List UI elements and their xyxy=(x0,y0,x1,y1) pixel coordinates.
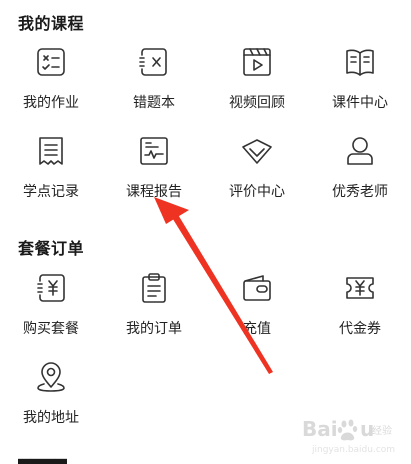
svg-text:Bai: Bai xyxy=(302,417,338,441)
grid-item-recharge[interactable]: 充值 xyxy=(207,272,307,342)
homework-icon xyxy=(35,46,67,78)
grid-item-label: 视频回顾 xyxy=(229,95,285,111)
video-review-icon xyxy=(241,46,273,78)
grid-item-buy-package[interactable]: 购买套餐 xyxy=(1,272,101,342)
order-clipboard-icon xyxy=(138,272,170,304)
grid-item-study-record[interactable]: 学点记录 xyxy=(1,135,101,205)
teacher-icon xyxy=(344,135,376,167)
grid-item-label: 我的作业 xyxy=(23,95,79,111)
grid-item-wrong-questions[interactable]: 错题本 xyxy=(104,46,204,116)
section-title-courses: 我的课程 xyxy=(18,14,85,33)
grid-item-label: 代金券 xyxy=(339,321,381,337)
grid-item-label: 课程报告 xyxy=(126,184,182,200)
grid-item-homework[interactable]: 我的作业 xyxy=(1,46,101,116)
grid-item-label: 优秀老师 xyxy=(332,184,388,200)
grid-item-label: 我的地址 xyxy=(23,410,79,426)
grid-item-label: 学点记录 xyxy=(23,184,79,200)
location-pin-icon xyxy=(35,361,67,393)
course-report-icon xyxy=(138,135,170,167)
grid-item-label: 充值 xyxy=(243,321,271,337)
baidu-watermark-logo: Bai u 经验 jingyan.baidu.com xyxy=(302,417,395,455)
grid-item-teacher[interactable]: 优秀老师 xyxy=(310,135,410,205)
grid-item-courseware[interactable]: 课件中心 xyxy=(310,46,410,116)
grid-item-address[interactable]: 我的地址 xyxy=(1,361,101,431)
grid-item-my-orders[interactable]: 我的订单 xyxy=(104,272,204,342)
grid-item-voucher[interactable]: 代金券 xyxy=(310,272,410,342)
grid-item-evaluation[interactable]: 评价中心 xyxy=(207,135,307,205)
grid-item-label: 我的订单 xyxy=(126,321,182,337)
svg-text:经验: 经验 xyxy=(372,424,392,437)
section-title-partial: ▆▆▆▆ xyxy=(18,456,67,464)
grid-item-course-report[interactable]: 课程报告 xyxy=(104,135,204,205)
buy-package-icon xyxy=(35,272,67,304)
section-title-orders: 套餐订单 xyxy=(18,239,85,258)
grid-item-video-review[interactable]: 视频回顾 xyxy=(207,46,307,116)
grid-item-label: 评价中心 xyxy=(229,184,285,200)
grid-item-label: 购买套餐 xyxy=(23,321,79,337)
courseware-icon xyxy=(344,46,376,78)
voucher-icon xyxy=(344,272,376,304)
grid-item-label: 错题本 xyxy=(133,95,175,111)
svg-text:jingyan.baidu.com: jingyan.baidu.com xyxy=(311,445,395,455)
wallet-icon xyxy=(241,272,273,304)
evaluation-icon xyxy=(241,135,273,167)
study-record-icon xyxy=(35,135,67,167)
grid-item-label: 课件中心 xyxy=(332,95,388,111)
wrong-questions-icon xyxy=(138,46,170,78)
